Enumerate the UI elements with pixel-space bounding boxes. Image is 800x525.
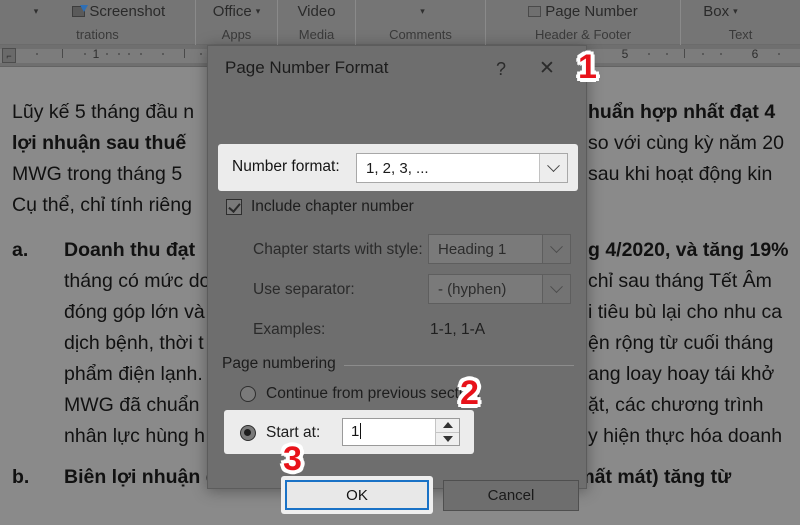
chevron-down-icon[interactable]	[542, 275, 570, 303]
tab-stop-icon[interactable]: ⌐	[2, 48, 16, 63]
chapter-style-label: Chapter starts with style:	[253, 241, 423, 258]
chevron-down-icon[interactable]	[542, 235, 570, 263]
chapter-style-dropdown[interactable]: Heading 1	[428, 234, 571, 264]
close-x-icon[interactable]: ✕	[532, 56, 562, 82]
number-format-highlight-band: Number format: 1, 2, 3, ...	[218, 144, 578, 191]
ribbon-group-label-apps: Apps	[221, 27, 252, 42]
include-chapter-number-checkbox[interactable]: Include chapter number	[226, 198, 414, 216]
paragraph-line: ặt, các chương trình	[588, 394, 764, 416]
list-item-a-heading: Doanh thu đạt	[64, 239, 196, 261]
dialog-title: Page Number Format	[225, 58, 389, 77]
ok-button[interactable]: OK	[285, 480, 429, 510]
ribbon-group-media: Video Media	[278, 0, 356, 45]
paragraph-line: ang loay hoay tái khở	[588, 363, 775, 385]
start-at-value: 1	[351, 423, 360, 440]
ribbon-group-top-row: Box ▾	[681, 0, 800, 24]
number-format-dropdown[interactable]: 1, 2, 3, ...	[356, 153, 568, 183]
ribbon-group-top-row: Office ▾	[196, 0, 277, 24]
video-button-label[interactable]: Video	[297, 3, 335, 20]
continue-from-previous-radio[interactable]: Continue from previous section	[240, 385, 480, 403]
ribbon-group-header-footer: Page Number Header & Footer	[486, 0, 681, 45]
checkbox-checked-icon[interactable]	[226, 199, 242, 215]
chevron-down-icon[interactable]: ▾	[733, 6, 738, 17]
ribbon-group-apps: Office ▾ Apps	[196, 0, 278, 45]
number-format-label: Number format:	[232, 158, 340, 175]
question-mark-icon[interactable]: ?	[488, 56, 514, 82]
radio-selected-icon[interactable]	[240, 425, 256, 441]
chevron-down-icon[interactable]: ▾	[256, 6, 261, 17]
spinner-buttons[interactable]	[435, 419, 459, 445]
ribbon-group-top-row: Video	[278, 0, 355, 24]
examples-value: 1-1, 1-A	[430, 321, 486, 338]
ruler-number-5: 5	[621, 47, 629, 61]
ribbon-group-top-row: ▾	[356, 0, 485, 24]
paragraph-line: g 4/2020, và tăng 19%	[588, 239, 789, 261]
step-badge-3: 3	[281, 440, 304, 478]
cancel-button[interactable]: Cancel	[443, 480, 579, 511]
dialog-title-bar[interactable]: Page Number Format ? ✕	[208, 46, 586, 90]
paragraph-line: sau khi hoạt động kin	[588, 163, 773, 185]
use-separator-label: Use separator:	[253, 281, 355, 298]
page-number-button-label[interactable]: Page Number	[545, 3, 638, 20]
continue-from-previous-label: Continue from previous section	[266, 385, 480, 402]
ribbon-group-top-row: Page Number	[486, 0, 680, 24]
chevron-down-icon[interactable]: ▾	[34, 6, 39, 17]
ribbon-group-top-row: ▾ Screenshot	[0, 0, 195, 24]
ribbon-group-label-illustrations: trations	[76, 27, 119, 42]
step-badge-2: 2	[458, 374, 481, 412]
ribbon-group-comments: ▾ Comments	[356, 0, 486, 45]
list-marker-a: a.	[12, 239, 29, 261]
page-number-icon[interactable]	[528, 5, 542, 17]
document-right-column: huẩn hợp nhất đạt 4 so với cùng kỳ năm 2…	[588, 97, 800, 452]
paragraph-line: chỉ sau tháng Tết Âm	[588, 270, 772, 292]
ribbon-bar: ▾ Screenshot trations Office ▾ Apps Vide…	[0, 0, 800, 45]
page-number-format-dialog: Page Number Format ? ✕ Number format: 1,…	[207, 45, 587, 514]
ribbon-group-label-media: Media	[298, 27, 335, 42]
ribbon-group-label-text: Text	[728, 27, 753, 42]
use-separator-dropdown[interactable]: - (hyphen)	[428, 274, 571, 304]
ruler-number-6: 6	[751, 47, 759, 61]
number-format-value: 1, 2, 3, ...	[366, 159, 429, 177]
screenshot-button-label[interactable]: Screenshot	[89, 3, 165, 20]
paragraph-line: huẩn hợp nhất đạt 4	[588, 101, 776, 123]
triangle-down-icon[interactable]	[436, 433, 459, 446]
start-at-spinner[interactable]: 1	[342, 418, 460, 446]
include-chapter-number-label: Include chapter number	[251, 198, 414, 215]
use-separator-value: - (hyphen)	[438, 280, 507, 298]
screenshot-icon[interactable]	[72, 4, 89, 17]
ribbon-group-text: Box ▾ Text	[681, 0, 800, 45]
ribbon-group-label-comments: Comments	[389, 27, 452, 42]
text-box-button-label[interactable]: Box	[703, 3, 729, 20]
start-at-radio[interactable]: Start at:	[240, 424, 320, 442]
list-marker-b: b.	[12, 466, 30, 488]
text-cursor	[360, 423, 362, 439]
page-numbering-group-title: Page numbering	[222, 355, 344, 373]
paragraph-line: ện rộng từ cuối tháng	[588, 332, 774, 354]
chevron-down-icon[interactable]: ▾	[420, 6, 425, 17]
paragraph-line: i tiêu bù lại cho nhu ca	[588, 301, 783, 323]
ribbon-group-label-header-footer: Header & Footer	[534, 27, 632, 42]
triangle-up-icon[interactable]	[436, 419, 459, 433]
ruler-number-1: 1	[92, 47, 100, 61]
examples-label: Examples:	[253, 321, 326, 338]
chevron-down-icon[interactable]	[539, 154, 567, 182]
paragraph-line: y hiện thực hóa doanh	[588, 425, 783, 447]
chapter-style-value: Heading 1	[438, 240, 507, 258]
word-application-window: ▾ Screenshot trations Office ▾ Apps Vide…	[0, 0, 800, 525]
paragraph-line: so với cùng kỳ năm 20	[588, 132, 784, 154]
ribbon-group-illustrations: ▾ Screenshot trations	[0, 0, 196, 45]
radio-unselected-icon[interactable]	[240, 386, 256, 402]
start-at-input[interactable]: 1	[343, 419, 435, 445]
start-at-highlight-band: Start at: 1	[224, 410, 474, 454]
step-badge-1: 1	[576, 48, 599, 86]
office-button-label[interactable]: Office	[213, 3, 252, 20]
ok-button-highlight: OK	[281, 476, 433, 514]
ribbon-groups: ▾ Screenshot trations Office ▾ Apps Vide…	[0, 0, 800, 45]
